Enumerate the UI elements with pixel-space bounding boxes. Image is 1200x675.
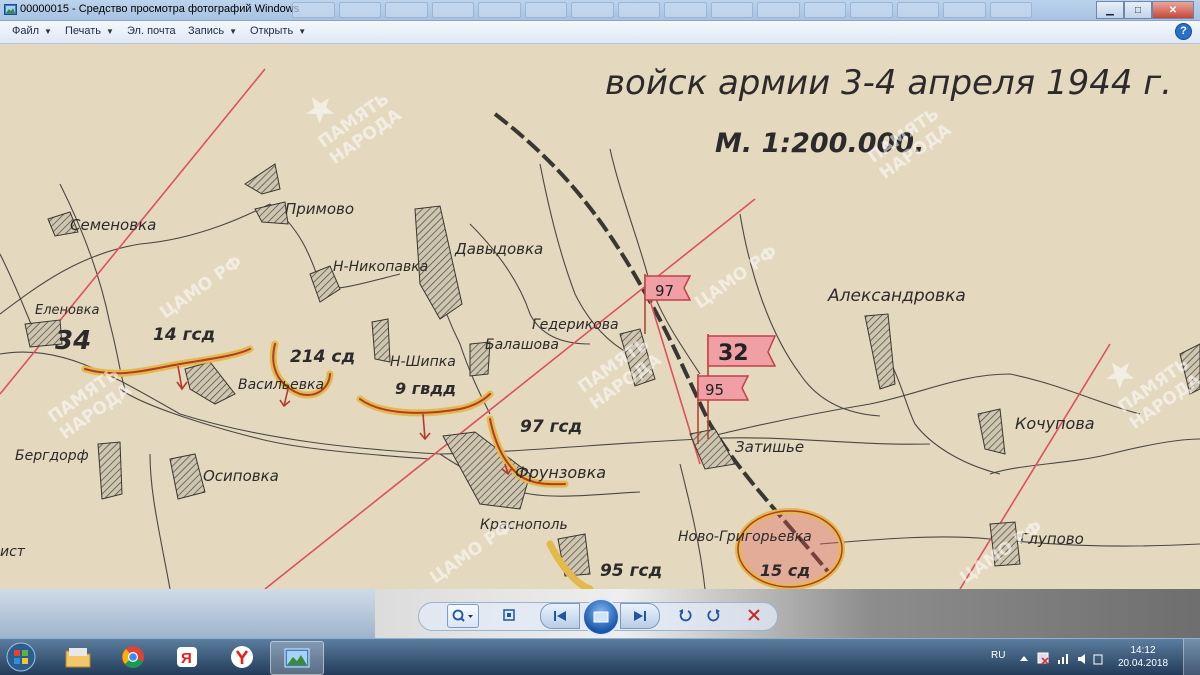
taskbar: Я RU 14:12 20.04.2018 [0, 638, 1200, 675]
tray-icons [1020, 652, 1103, 665]
chevron-down-icon: ▼ [298, 27, 307, 36]
taskbar-photo-viewer[interactable] [270, 641, 324, 675]
windows-logo-icon [6, 642, 36, 672]
zoom-icon [452, 609, 473, 622]
svg-text:Кочупова: Кочупова [1015, 414, 1095, 433]
slideshow-button[interactable] [582, 598, 620, 636]
svg-text:95 гсд: 95 гсд [600, 561, 662, 581]
svg-text:Васильевка: Васильевка [238, 377, 324, 393]
svg-text:Ново-Григорьевка: Ново-Григорьевка [678, 529, 812, 545]
delete-button[interactable] [744, 604, 764, 626]
svg-text:Я: Я [181, 650, 192, 667]
background-tabs [292, 2, 1032, 18]
svg-text:9 гвдд: 9 гвдд [395, 379, 456, 398]
help-icon[interactable]: ? [1175, 23, 1192, 40]
menu-bar: Файл ▼ Печать ▼ Эл. почта Запись ▼ Открыть ▼… [0, 21, 1200, 44]
show-desktop-button[interactable] [1183, 639, 1200, 675]
previous-icon [554, 611, 566, 621]
svg-text:Осиповка: Осиповка [203, 467, 279, 485]
chevron-down-icon: ▼ [229, 27, 238, 36]
close-button[interactable]: ✕ [1152, 1, 1194, 19]
battery-icon [1093, 654, 1103, 665]
actual-size-icon [503, 609, 515, 621]
menu-open[interactable]: Открыть ▼ [250, 25, 306, 37]
svg-text:34: 34 [55, 326, 91, 356]
network-icon [1058, 660, 1060, 664]
svg-text:Гедерикова: Гедерикова [532, 317, 619, 333]
volume-icon [1078, 654, 1085, 664]
rotate-left-button[interactable] [675, 604, 695, 626]
menu-file[interactable]: Файл ▼ [12, 25, 52, 37]
svg-text:Семеновка: Семеновка [70, 216, 156, 234]
svg-text:14 гсд: 14 гсд [153, 325, 215, 345]
rotate-left-icon [679, 609, 692, 622]
taskbar-yandex-browser[interactable]: Я [161, 641, 213, 673]
svg-text:15 сд: 15 сд [760, 561, 810, 580]
previous-button[interactable] [540, 603, 580, 629]
svg-text:Н-Шипка: Н-Шипка [390, 354, 456, 370]
svg-text:Балашова: Балашова [485, 337, 559, 353]
folder-icon [65, 648, 91, 668]
svg-text:Бергдорф: Бергдорф [15, 448, 89, 464]
start-button[interactable] [3, 640, 39, 674]
actual-size-button[interactable] [498, 604, 520, 626]
chevron-down-icon: ▼ [44, 27, 52, 36]
next-button[interactable] [620, 603, 660, 629]
window-controls: ▁ □ ✕ [1096, 1, 1194, 19]
delete-icon [748, 609, 760, 621]
photo-display[interactable]: 97 32 95 войск армии 3-4 апреля 1944 г. … [0, 44, 1200, 589]
menu-burn[interactable]: Запись ▼ [188, 25, 237, 37]
maximize-button[interactable]: □ [1124, 1, 1152, 19]
title-bar: 00000015 - Средство просмотра фотографий… [0, 0, 1200, 21]
flag-32-label: 32 [718, 341, 749, 366]
viewer-control-bar [0, 594, 1200, 638]
map-image: 97 32 95 войск армии 3-4 апреля 1944 г. … [0, 44, 1200, 589]
zoom-button[interactable] [447, 604, 479, 628]
window-title: 00000015 - Средство просмотра фотографий… [20, 3, 300, 15]
taskbar-chrome[interactable] [107, 641, 159, 673]
svg-text:Давыдовка: Давыдовка [454, 240, 543, 258]
show-hidden-icons-icon [1020, 656, 1028, 661]
yandex-icon [231, 646, 253, 668]
svg-text:Затишье: Затишье [735, 438, 804, 456]
svg-text:Еленовка: Еленовка [35, 303, 99, 318]
chevron-down-icon: ▼ [106, 27, 114, 36]
flag-95-label: 95 [705, 381, 724, 399]
yandex-browser-icon: Я [177, 647, 197, 667]
menu-email[interactable]: Эл. почта [127, 25, 176, 37]
svg-text:Фрунзовка: Фрунзовка [515, 463, 606, 482]
chrome-icon [122, 646, 144, 668]
map-heading: войск армии 3-4 апреля 1944 г. [605, 63, 1172, 103]
taskbar-yandex[interactable] [216, 641, 268, 673]
rotate-right-icon [707, 609, 720, 622]
svg-text:Александровка: Александровка [827, 286, 966, 306]
slideshow-icon [593, 611, 609, 623]
language-indicator[interactable]: RU [991, 650, 1005, 661]
svg-text:Примово: Примово [285, 200, 354, 218]
svg-text:97 гсд: 97 гсд [520, 417, 582, 437]
svg-text:ист: ист [0, 544, 26, 560]
flag-97-label: 97 [655, 282, 674, 300]
photo-viewer-icon [284, 648, 310, 668]
svg-text:Н-Никопавка: Н-Никопавка [333, 259, 428, 275]
rotate-right-button[interactable] [704, 604, 724, 626]
svg-text:214 сд: 214 сд [290, 347, 355, 367]
clock[interactable]: 14:12 20.04.2018 [1118, 644, 1168, 670]
next-icon [634, 611, 646, 621]
taskbar-explorer[interactable] [52, 641, 104, 673]
menu-print[interactable]: Печать ▼ [65, 25, 114, 37]
minimize-button[interactable]: ▁ [1096, 1, 1124, 19]
photo-viewer-icon [4, 4, 17, 15]
